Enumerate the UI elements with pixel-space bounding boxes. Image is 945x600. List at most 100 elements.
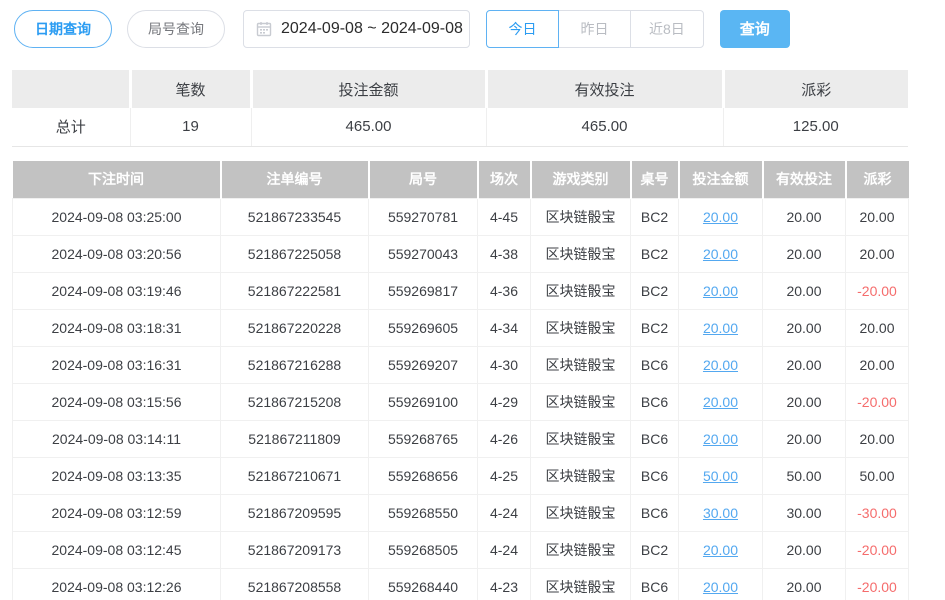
cell-valid-bet: 20.00 — [763, 532, 846, 569]
header-table-no: 桌号 — [631, 161, 679, 199]
table-row: 2024-09-08 03:20:56 521867225058 5592700… — [13, 236, 909, 273]
table-row: 2024-09-08 03:14:11 521867211809 5592687… — [13, 421, 909, 458]
header-valid-bet: 有效投注 — [763, 161, 846, 199]
cell-round-id: 559269605 — [369, 310, 478, 347]
filter-yesterday-button[interactable]: 昨日 — [558, 10, 631, 48]
table-row: 2024-09-08 03:13:35 521867210671 5592686… — [13, 458, 909, 495]
bet-amount-link[interactable]: 30.00 — [703, 505, 738, 521]
cell-game-type: 区块链骰宝 — [531, 569, 631, 600]
bet-amount-link[interactable]: 20.00 — [703, 542, 738, 558]
summary-total-bet-amount: 465.00 — [251, 108, 486, 146]
cell-table-no: BC2 — [631, 236, 679, 273]
header-payout: 派彩 — [846, 161, 909, 199]
cell-bet-amount: 20.00 — [679, 310, 763, 347]
bet-amount-link[interactable]: 20.00 — [703, 357, 738, 373]
cell-bet-time: 2024-09-08 03:14:11 — [13, 421, 221, 458]
cell-game-type: 区块链骰宝 — [531, 421, 631, 458]
cell-payout: 20.00 — [846, 236, 909, 273]
cell-session: 4-36 — [478, 273, 531, 310]
summary-total-row: 总计 19 465.00 465.00 125.00 — [12, 108, 908, 146]
cell-table-no: BC6 — [631, 384, 679, 421]
header-bet-id: 注单编号 — [221, 161, 369, 199]
summary-total-valid-bet: 465.00 — [486, 108, 723, 146]
table-row: 2024-09-08 03:19:46 521867222581 5592698… — [13, 273, 909, 310]
bet-amount-link[interactable]: 20.00 — [703, 320, 738, 336]
search-button[interactable]: 查询 — [720, 10, 790, 48]
cell-valid-bet: 50.00 — [763, 458, 846, 495]
cell-session: 4-23 — [478, 569, 531, 600]
cell-game-type: 区块链骰宝 — [531, 273, 631, 310]
table-row: 2024-09-08 03:12:26 521867208558 5592684… — [13, 569, 909, 600]
cell-game-type: 区块链骰宝 — [531, 532, 631, 569]
cell-bet-amount: 20.00 — [679, 421, 763, 458]
cell-session: 4-34 — [478, 310, 531, 347]
header-session: 场次 — [478, 161, 531, 199]
cell-payout: -20.00 — [846, 569, 909, 600]
summary-header-valid-bet: 有效投注 — [486, 70, 723, 108]
cell-valid-bet: 20.00 — [763, 384, 846, 421]
cell-bet-id: 521867209173 — [221, 532, 369, 569]
cell-payout: -20.00 — [846, 384, 909, 421]
cell-bet-amount: 20.00 — [679, 273, 763, 310]
filter-today-button[interactable]: 今日 — [486, 10, 559, 48]
cell-bet-time: 2024-09-08 03:25:00 — [13, 199, 221, 236]
cell-payout: 20.00 — [846, 421, 909, 458]
cell-valid-bet: 20.00 — [763, 569, 846, 600]
bet-table-header-row: 下注时间 注单编号 局号 场次 游戏类别 桌号 投注金额 有效投注 派彩 — [13, 161, 909, 199]
cell-bet-id: 521867215208 — [221, 384, 369, 421]
summary-header-row: 笔数 投注金额 有效投注 派彩 — [12, 70, 908, 108]
quick-filter-group: 今日 昨日 近8日 — [486, 10, 704, 48]
cell-session: 4-29 — [478, 384, 531, 421]
cell-payout: -20.00 — [846, 273, 909, 310]
summary-total-payout: 125.00 — [723, 108, 908, 146]
cell-bet-time: 2024-09-08 03:13:35 — [13, 458, 221, 495]
cell-bet-id: 521867210671 — [221, 458, 369, 495]
cell-bet-id: 521867233545 — [221, 199, 369, 236]
toolbar: 日期查询 局号查询 2024-09-08 ~ 2024-09-08 今日 昨日 … — [0, 0, 945, 48]
cell-payout: 50.00 — [846, 458, 909, 495]
cell-game-type: 区块链骰宝 — [531, 236, 631, 273]
cell-round-id: 559268505 — [369, 532, 478, 569]
cell-table-no: BC2 — [631, 273, 679, 310]
bet-amount-link[interactable]: 20.00 — [703, 579, 738, 595]
cell-bet-time: 2024-09-08 03:16:31 — [13, 347, 221, 384]
cell-round-id: 559268550 — [369, 495, 478, 532]
cell-bet-amount: 20.00 — [679, 569, 763, 600]
cell-bet-time: 2024-09-08 03:12:59 — [13, 495, 221, 532]
cell-session: 4-24 — [478, 532, 531, 569]
cell-bet-amount: 20.00 — [679, 532, 763, 569]
cell-bet-id: 521867211809 — [221, 421, 369, 458]
cell-round-id: 559269100 — [369, 384, 478, 421]
bet-amount-link[interactable]: 20.00 — [703, 394, 738, 410]
cell-game-type: 区块链骰宝 — [531, 458, 631, 495]
cell-round-id: 559269207 — [369, 347, 478, 384]
date-range-input[interactable]: 2024-09-08 ~ 2024-09-08 — [243, 10, 470, 48]
bet-amount-link[interactable]: 20.00 — [703, 246, 738, 262]
cell-payout: -30.00 — [846, 495, 909, 532]
cell-bet-id: 521867216288 — [221, 347, 369, 384]
bet-amount-link[interactable]: 50.00 — [703, 468, 738, 484]
cell-game-type: 区块链骰宝 — [531, 310, 631, 347]
header-game-type: 游戏类别 — [531, 161, 631, 199]
bet-amount-link[interactable]: 20.00 — [703, 431, 738, 447]
date-query-tab[interactable]: 日期查询 — [14, 10, 112, 48]
cell-valid-bet: 20.00 — [763, 199, 846, 236]
cell-bet-time: 2024-09-08 03:15:56 — [13, 384, 221, 421]
round-query-tab[interactable]: 局号查询 — [127, 10, 225, 48]
cell-bet-time: 2024-09-08 03:18:31 — [13, 310, 221, 347]
cell-valid-bet: 20.00 — [763, 310, 846, 347]
bet-table-body: 2024-09-08 03:25:00 521867233545 5592707… — [13, 199, 909, 600]
cell-session: 4-26 — [478, 421, 531, 458]
cell-round-id: 559268765 — [369, 421, 478, 458]
cell-valid-bet: 20.00 — [763, 421, 846, 458]
bet-amount-link[interactable]: 20.00 — [703, 209, 738, 225]
cell-bet-time: 2024-09-08 03:20:56 — [13, 236, 221, 273]
cell-payout: 20.00 — [846, 199, 909, 236]
cell-bet-time: 2024-09-08 03:19:46 — [13, 273, 221, 310]
cell-round-id: 559270781 — [369, 199, 478, 236]
cell-game-type: 区块链骰宝 — [531, 347, 631, 384]
filter-last8days-button[interactable]: 近8日 — [630, 10, 704, 48]
summary-header-count: 笔数 — [130, 70, 251, 108]
bet-amount-link[interactable]: 20.00 — [703, 283, 738, 299]
cell-session: 4-30 — [478, 347, 531, 384]
